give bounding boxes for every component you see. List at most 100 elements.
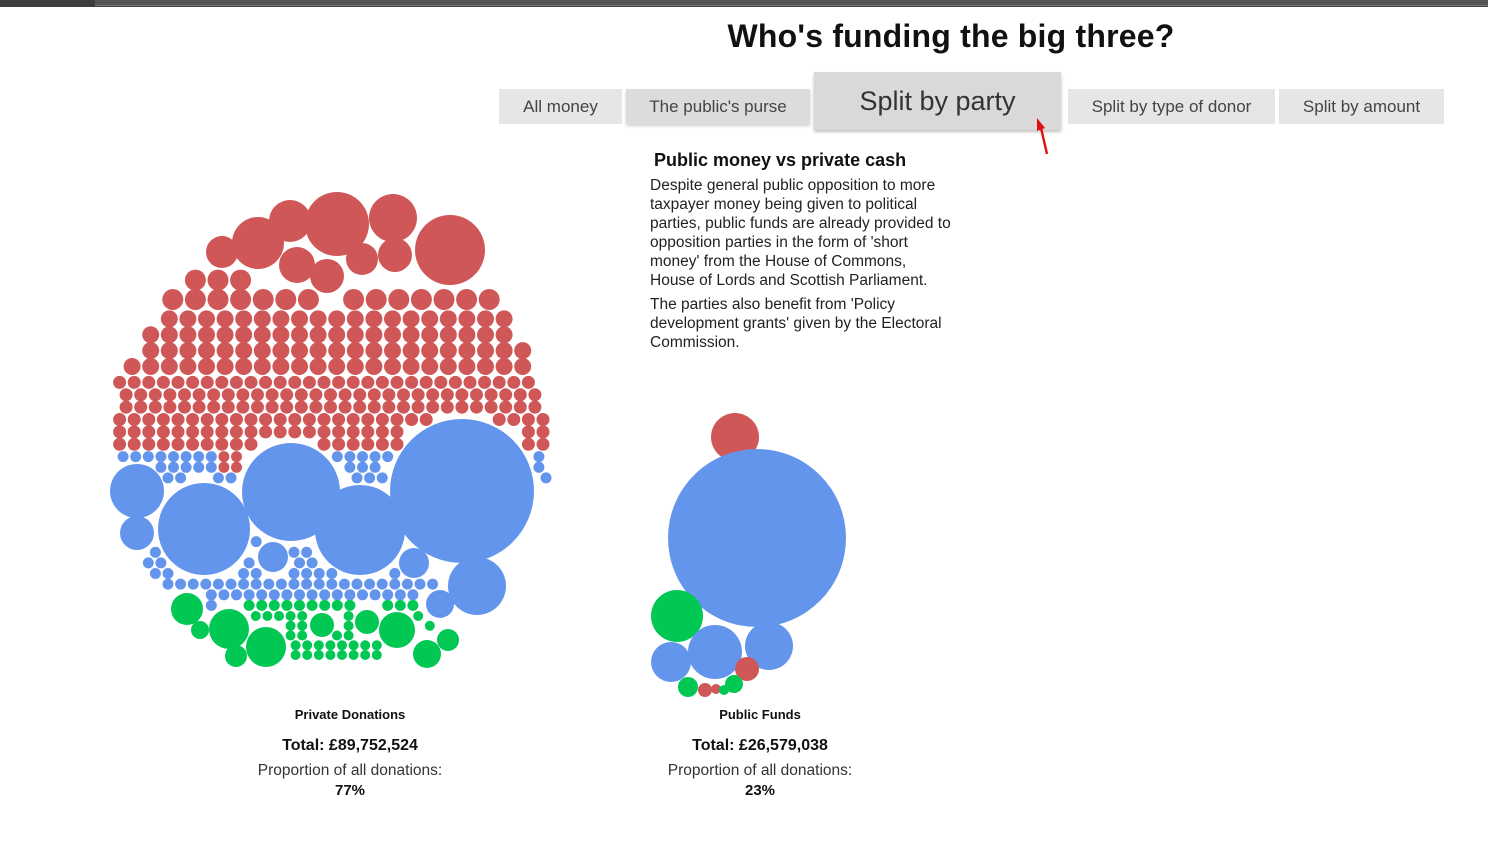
private-bubble-227[interactable] [332,425,346,439]
private-bubble-1[interactable] [207,269,229,291]
private-bubble-281[interactable] [212,472,224,484]
private-bubble-379[interactable] [371,640,382,651]
private-bubble-137[interactable] [251,388,264,402]
private-bubble-large-6[interactable] [378,238,412,272]
private-bubble-210[interactable] [521,413,535,426]
private-bubble-218[interactable] [200,425,214,439]
private-bubble-365[interactable] [297,620,308,631]
private-bubble-42[interactable] [253,326,271,344]
private-bubble-282[interactable] [225,472,237,484]
private-bubble-363[interactable] [413,611,424,621]
private-bubble-28[interactable] [365,310,383,328]
private-bubble-347[interactable] [268,599,280,611]
private-bubble-241[interactable] [215,437,229,451]
private-bubble-53[interactable] [458,326,476,344]
private-bubble-293[interactable] [243,557,255,569]
private-bubble-73[interactable] [458,342,476,360]
private-bubble-312[interactable] [250,578,262,590]
private-bubble-252[interactable] [117,451,129,463]
private-bubble-23[interactable] [272,310,290,328]
private-bubble-24[interactable] [291,310,308,328]
private-bubble-large-17[interactable] [399,548,429,578]
private-bubble-243[interactable] [244,437,258,451]
private-bubble-336[interactable] [319,589,331,601]
private-bubble-304[interactable] [389,568,401,579]
private-bubble-214[interactable] [142,425,156,439]
private-bubble-162[interactable] [192,400,206,414]
private-bubble-33[interactable] [458,310,476,328]
private-bubble-338[interactable] [344,589,356,601]
private-bubble-34[interactable] [477,310,494,328]
private-bubble-145[interactable] [367,388,381,402]
private-bubble-226[interactable] [317,425,331,439]
private-bubble-139[interactable] [280,388,294,402]
private-bubble-127[interactable] [521,375,535,389]
private-bubble-183[interactable] [499,400,513,414]
private-bubble-311[interactable] [238,578,250,590]
private-bubble-65[interactable] [309,342,327,360]
private-bubble-100[interactable] [127,375,141,389]
private-bubble-10[interactable] [343,289,365,310]
private-bubble-236[interactable] [142,437,156,451]
private-bubble-215[interactable] [156,425,170,439]
private-bubble-56[interactable] [142,342,160,360]
private-bubble-246[interactable] [346,437,360,451]
private-bubble-350[interactable] [306,599,318,611]
private-bubble-196[interactable] [259,413,273,426]
private-bubble-155[interactable] [513,388,527,402]
private-bubble-279[interactable] [162,472,174,484]
private-bubble-219[interactable] [215,425,229,439]
private-bubble-5[interactable] [207,289,229,310]
private-bubble-large-18[interactable] [258,542,288,572]
private-bubble-299[interactable] [250,568,262,579]
private-bubble-large-19[interactable] [426,590,454,618]
private-bubble-292[interactable] [155,557,167,569]
private-bubble-26[interactable] [328,310,346,328]
private-bubble-84[interactable] [253,358,271,375]
private-bubble-358[interactable] [262,611,273,621]
private-bubble-247[interactable] [361,437,375,451]
private-bubble-71[interactable] [421,342,439,360]
private-bubble-131[interactable] [163,388,177,402]
private-bubble-186[interactable] [113,413,127,426]
private-bubble-225[interactable] [302,425,316,439]
private-bubble-364[interactable] [285,620,296,631]
private-bubble-290[interactable] [301,546,313,558]
private-bubble-142[interactable] [324,388,337,402]
private-bubble-284[interactable] [364,472,376,484]
private-bubble-144[interactable] [353,388,367,402]
private-bubble-170[interactable] [309,400,323,414]
private-bubble-large-14[interactable] [110,464,164,518]
private-bubble-117[interactable] [375,375,389,389]
private-bubble-48[interactable] [365,326,383,344]
private-bubble-30[interactable] [402,310,420,328]
private-bubble-50[interactable] [402,326,420,344]
private-bubble-238[interactable] [171,437,185,451]
private-bubble-288[interactable] [149,546,161,558]
private-bubble-132[interactable] [178,388,191,402]
private-bubble-21[interactable] [235,310,253,328]
private-bubble-152[interactable] [470,388,483,402]
private-bubble-317[interactable] [313,578,325,590]
private-bubble-171[interactable] [324,400,337,414]
private-bubble-large-21[interactable] [246,627,286,667]
private-bubble-370[interactable] [332,630,342,641]
private-bubble-278[interactable] [533,461,545,473]
private-bubble-234[interactable] [113,437,127,451]
private-bubble-181[interactable] [470,400,483,414]
private-bubble-324[interactable] [401,578,413,590]
private-bubble-large-23[interactable] [171,593,203,625]
private-bubble-331[interactable] [256,589,268,601]
private-bubble-369[interactable] [297,630,308,641]
private-bubble-340[interactable] [369,589,381,601]
private-bubble-19[interactable] [198,310,215,328]
private-bubble-146[interactable] [382,388,396,402]
private-bubble-353[interactable] [344,599,356,611]
private-bubble-256[interactable] [168,451,179,463]
private-bubble-3[interactable] [162,289,184,310]
private-bubble-156[interactable] [528,388,542,402]
private-bubble-259[interactable] [205,451,217,463]
private-bubble-17[interactable] [160,310,178,328]
private-bubble-386[interactable] [360,650,371,660]
private-bubble-72[interactable] [439,342,457,360]
